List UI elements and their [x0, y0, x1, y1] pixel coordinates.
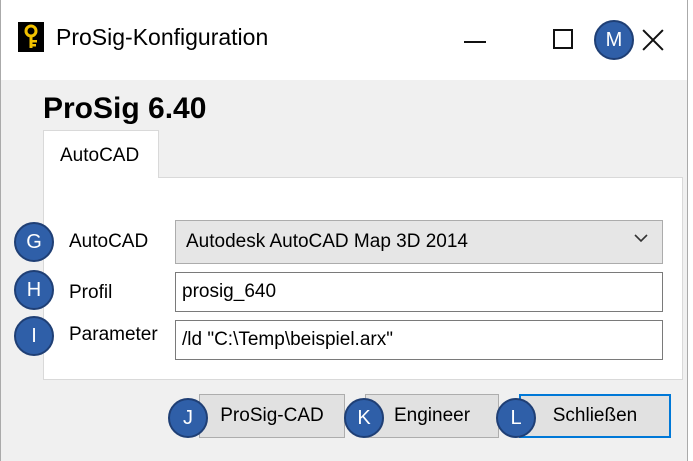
parameter-input[interactable]: /ld "C:\Temp\beispiel.arx"	[175, 320, 663, 360]
parameter-label: Parameter	[69, 324, 158, 345]
profil-input[interactable]: prosig_640	[175, 272, 663, 312]
app-icon	[18, 22, 44, 52]
minimize-icon[interactable]	[456, 20, 500, 60]
window-title: ProSig-Konfiguration	[56, 24, 269, 50]
annotation-badge-i: I	[14, 316, 54, 356]
autocad-label: AutoCAD	[69, 231, 149, 252]
chevron-down-icon	[634, 234, 648, 243]
annotation-badge-l: L	[496, 398, 536, 438]
annotation-badge-g: G	[14, 222, 54, 262]
annotation-badge-k: K	[344, 398, 384, 438]
prosig-config-window: ProSig-Konfiguration ProSig 6.40 AutoCAD…	[0, 0, 688, 461]
autocad-version-value: Autodesk AutoCAD Map 3D 2014	[186, 231, 469, 252]
engineer-button[interactable]: Engineer	[365, 394, 499, 438]
prosig-cad-button[interactable]: ProSig-CAD	[199, 394, 345, 438]
close-dialog-button[interactable]: Schließen	[519, 394, 671, 438]
annotation-badge-m: M	[594, 20, 634, 60]
close-icon[interactable]	[633, 20, 677, 60]
profil-label: Profil	[69, 282, 113, 303]
page-title: ProSig 6.40	[43, 92, 207, 125]
maximize-icon[interactable]	[544, 20, 584, 60]
annotation-badge-h: H	[14, 270, 54, 310]
annotation-badge-j: J	[168, 398, 208, 438]
autocad-version-select[interactable]: Autodesk AutoCAD Map 3D 2014	[175, 220, 663, 264]
tab-autocad[interactable]: AutoCAD	[43, 130, 159, 178]
title-bar[interactable]: ProSig-Konfiguration	[1, 0, 687, 80]
